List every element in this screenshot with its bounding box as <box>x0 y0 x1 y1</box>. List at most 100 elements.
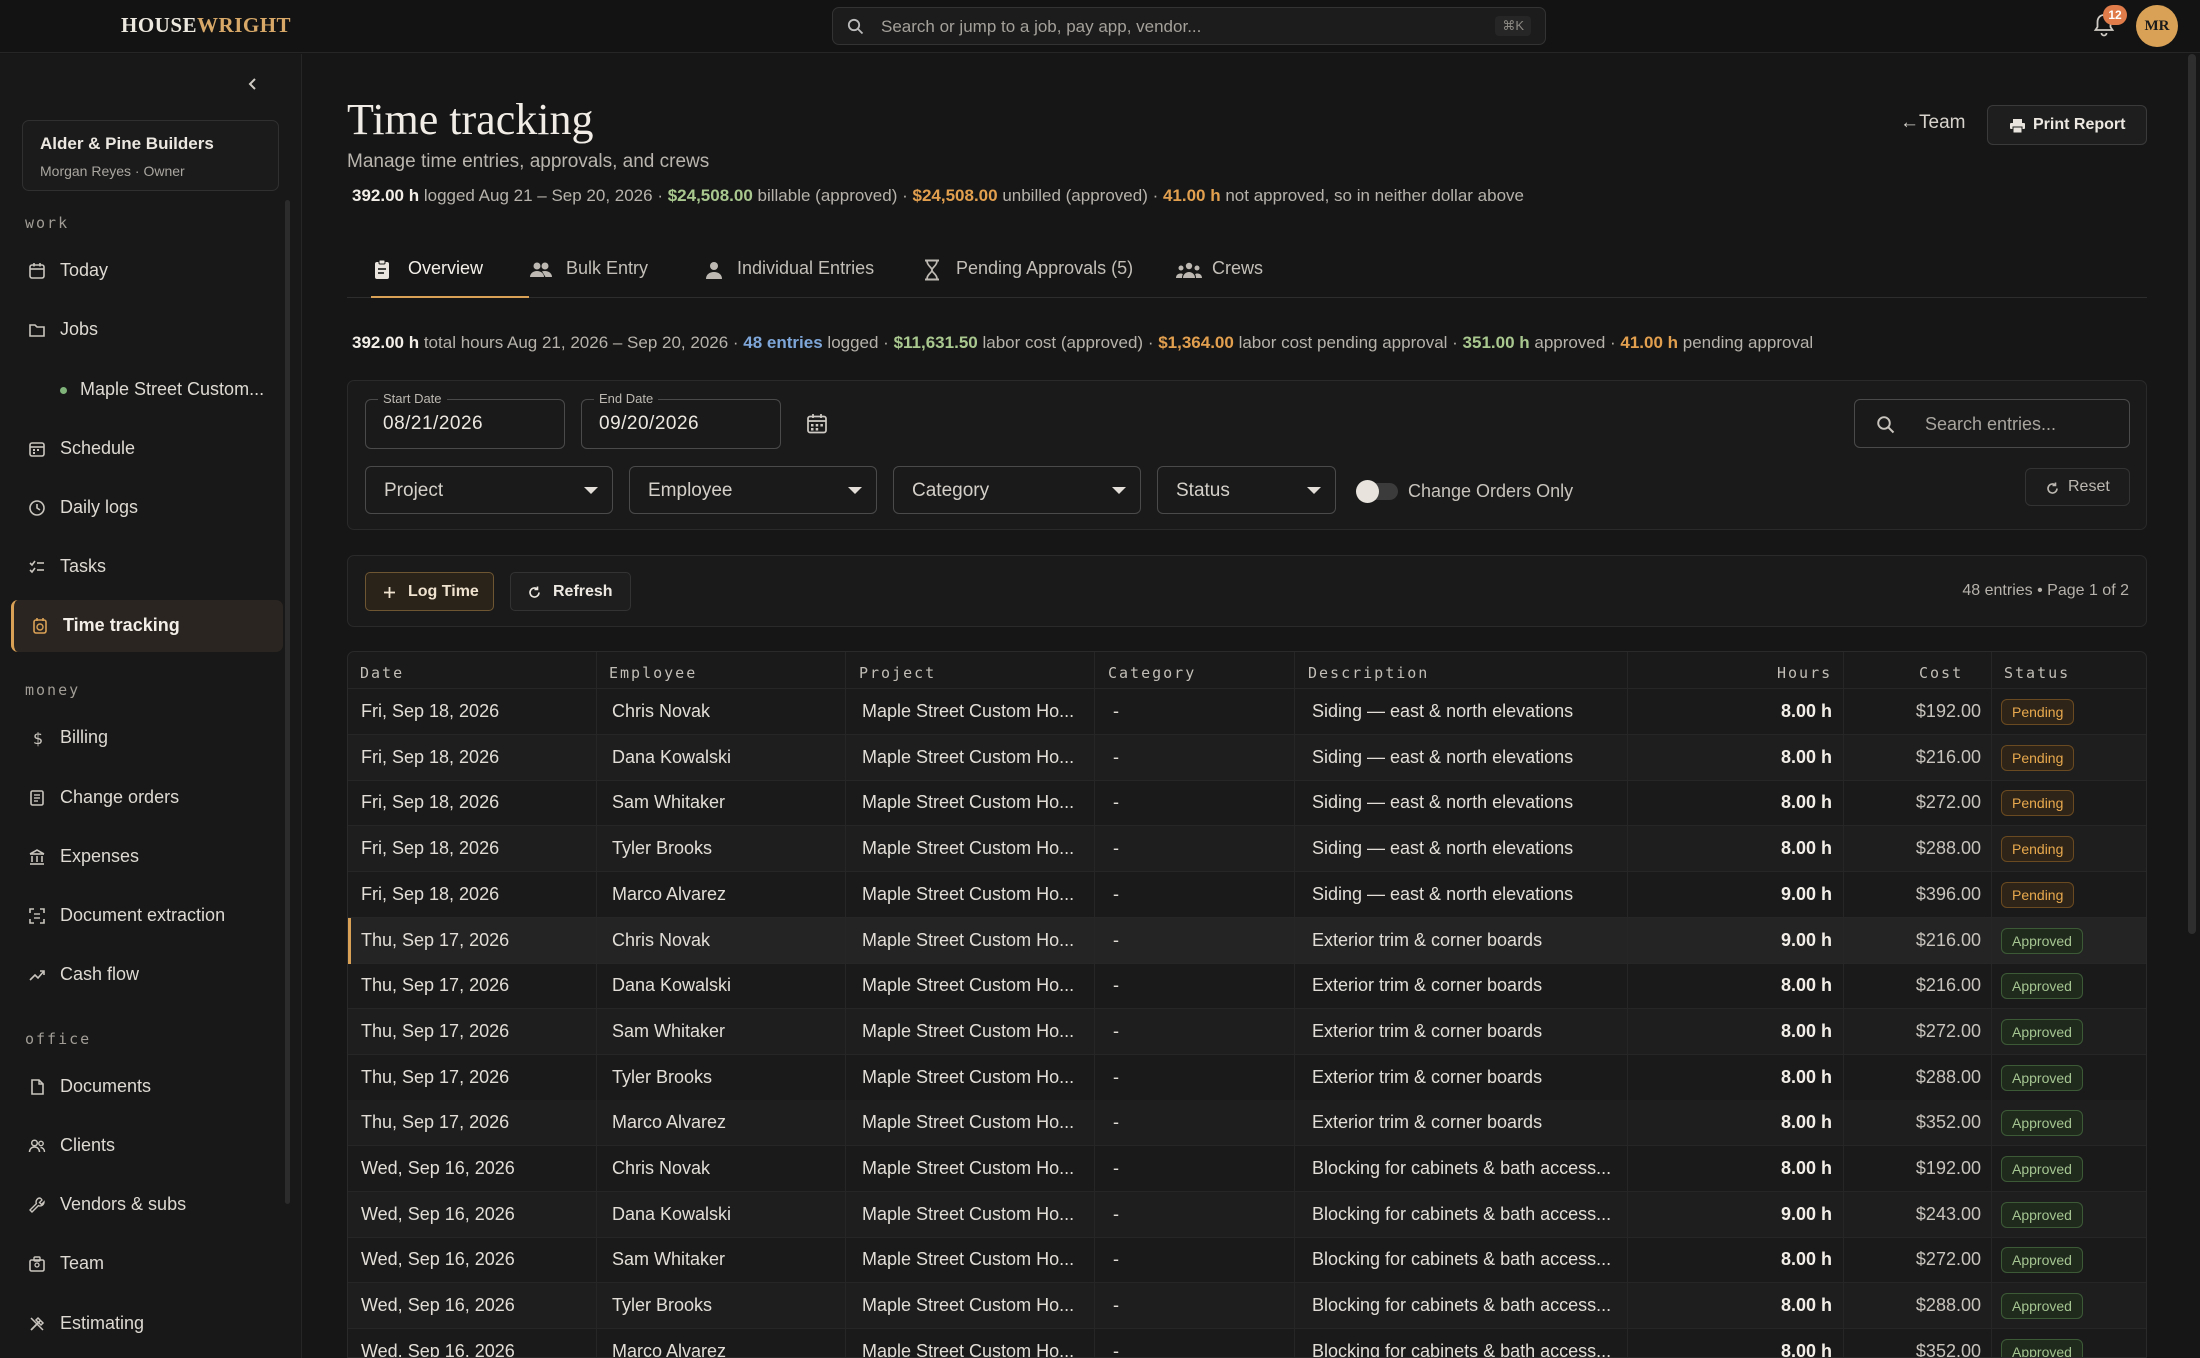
table-row[interactable]: Wed, Sep 16, 2026 Marco Alvarez Maple Stre… <box>348 1329 2146 1358</box>
sidebar-item-billing[interactable]: $ Billing <box>11 712 283 764</box>
not-approved-text: not approved, so in neither dollar above <box>1220 186 1524 205</box>
sidebar-item-label: Clients <box>60 1135 116 1155</box>
sidebar-item-tasks[interactable]: Tasks <box>11 541 283 593</box>
sidebar-item-vendors[interactable]: Vendors & subs <box>11 1179 283 1231</box>
brand-logo[interactable]: HOUSEWRIGHT <box>121 13 291 38</box>
table-row[interactable]: Wed, Sep 16, 2026 Tyler Brooks Maple Stree… <box>348 1283 2146 1330</box>
sidebar-item-clients[interactable]: Clients <box>11 1120 283 1172</box>
column-header-description[interactable]: Description <box>1308 664 1429 682</box>
entries-search-input[interactable]: Search entries... <box>1854 399 2130 448</box>
table-row[interactable]: Wed, Sep 16, 2026 Sam Whitaker Maple Stree… <box>348 1237 2146 1284</box>
cell-category: - <box>1113 975 1119 996</box>
cell-employee: Tyler Brooks <box>612 1295 713 1316</box>
sidebar-item-daily-logs[interactable]: Daily logs <box>11 482 283 534</box>
sidebar-item-schedule[interactable]: Schedule <box>11 423 283 475</box>
table-row[interactable]: Thu, Sep 17, 2026 Chris Novak Maple Street… <box>348 917 2146 964</box>
table-row[interactable]: Fri, Sep 18, 2026 Dana Kowalski Maple Stre… <box>348 734 2146 781</box>
category-select[interactable]: Category <box>893 466 1141 514</box>
table-row[interactable]: Thu, Sep 17, 2026 Sam Whitaker Maple Stree… <box>348 1008 2146 1055</box>
sidebar-item-label: Team <box>60 1253 105 1273</box>
print-report-button[interactable]: Print Report <box>1987 105 2147 145</box>
chevron-left-icon[interactable] <box>243 74 263 94</box>
cell-project: Maple Street Custom Ho... <box>862 1158 1075 1178</box>
end-date-field[interactable]: End Date 09/20/2026 <box>581 391 781 449</box>
tab-bulk-entry[interactable]: Bulk Entry <box>529 245 699 298</box>
column-divider <box>1294 652 1295 1357</box>
column-header-status[interactable]: Status <box>2004 664 2070 682</box>
approved-hours: 351.00 h <box>1462 333 1530 352</box>
employee-select[interactable]: Employee <box>629 466 877 514</box>
column-header-category[interactable]: Category <box>1108 664 1196 682</box>
project-select-label: Project <box>384 480 444 501</box>
cell-hours: 8.00 h <box>1780 1249 1832 1270</box>
sidebar-item-estimating[interactable]: Estimating <box>11 1298 283 1350</box>
caret-down-icon <box>848 487 862 494</box>
cell-category: - <box>1113 1112 1119 1133</box>
cell-employee: Marco Alvarez <box>612 883 727 904</box>
tab-crews[interactable]: Crews <box>1176 245 1286 298</box>
reset-button[interactable]: Reset <box>2025 468 2130 506</box>
pending-hours: 41.00 h <box>1620 333 1679 352</box>
column-divider <box>1094 652 1095 1357</box>
users-icon <box>28 1137 46 1155</box>
org-switcher[interactable]: Alder & Pine Builders Morgan Reyes · Own… <box>22 120 279 191</box>
sidebar-item-time-tracking[interactable]: Time tracking <box>11 600 283 652</box>
project-select[interactable]: Project <box>365 466 613 514</box>
tab-pending-approvals[interactable]: Pending Approvals (5) <box>916 245 1136 298</box>
table-row[interactable]: Thu, Sep 17, 2026 Dana Kowalski Maple Stre… <box>348 963 2146 1010</box>
tab-overview[interactable]: Overview <box>371 245 529 298</box>
table-row[interactable]: Wed, Sep 16, 2026 Dana Kowalski Maple Stre… <box>348 1191 2146 1238</box>
table-row[interactable]: Fri, Sep 18, 2026 Chris Novak Maple Street… <box>348 689 2146 735</box>
sidebar-item-team[interactable]: Team <box>11 1238 283 1290</box>
cell-cost: $352.00 <box>1915 1340 1981 1358</box>
cell-category: - <box>1113 883 1119 904</box>
sidebar-item-jobs[interactable]: Jobs <box>11 304 283 356</box>
table-row[interactable]: Fri, Sep 18, 2026 Sam Whitaker Maple Stree… <box>348 780 2146 827</box>
global-search-input[interactable]: Search or jump to a job, pay app, vendor… <box>832 7 1546 45</box>
cell-date: Wed, Sep 16, 2026 <box>361 1158 515 1178</box>
column-header-project[interactable]: Project <box>859 664 936 682</box>
table-row[interactable]: Wed, Sep 16, 2026 Chris Novak Maple Street… <box>348 1146 2146 1192</box>
entries-count[interactable]: 48 entries <box>743 333 822 352</box>
sidebar-item-documents[interactable]: Documents <box>11 1061 283 1113</box>
sidebar-item-document-extraction[interactable]: Document extraction <box>11 890 283 942</box>
calendar-picker-icon[interactable] <box>806 413 828 435</box>
refresh-button[interactable]: Refresh <box>510 572 631 611</box>
tab-individual-entries[interactable]: Individual Entries <box>699 245 899 298</box>
status-select[interactable]: Status <box>1157 466 1336 514</box>
sidebar-item-job-maple[interactable]: Maple Street Custom... <box>11 364 283 416</box>
cell-hours: 9.00 h <box>1780 929 1832 950</box>
cell-hours: 8.00 h <box>1780 838 1832 859</box>
team-link[interactable]: ←Team <box>1900 112 1965 134</box>
table-row[interactable]: Thu, Sep 17, 2026 Marco Alvarez Maple Stre… <box>348 1100 2146 1147</box>
column-header-date[interactable]: Date <box>360 664 404 682</box>
log-time-button[interactable]: Log Time <box>365 572 494 611</box>
page-scrollbar[interactable] <box>2188 54 2196 934</box>
sidebar-item-change-orders[interactable]: Change orders <box>11 772 283 824</box>
search-shortcut: ⌘K <box>1495 16 1531 36</box>
sidebar-scrollbar[interactable] <box>285 200 290 1204</box>
status-badge: Approved <box>2001 1110 2083 1137</box>
cell-cost: $192.00 <box>1915 701 1981 721</box>
cell-employee: Chris Novak <box>612 929 711 950</box>
column-header-hours[interactable]: Hours <box>1777 664 1832 682</box>
sidebar-item-expenses[interactable]: Expenses <box>11 831 283 883</box>
status-badge: Approved <box>2001 1064 2083 1091</box>
table-row[interactable]: Thu, Sep 17, 2026 Tyler Brooks Maple Stree… <box>348 1055 2146 1101</box>
sidebar-item-today[interactable]: Today <box>11 245 283 297</box>
page-subtitle: Manage time entries, approvals, and crew… <box>347 151 710 172</box>
sidebar-item-cash-flow[interactable]: Cash flow <box>11 949 283 1001</box>
start-date-field[interactable]: Start Date 08/21/2026 <box>365 391 565 449</box>
column-header-cost[interactable]: Cost <box>1919 664 1963 682</box>
table-row[interactable]: Fri, Sep 18, 2026 Tyler Brooks Maple Stree… <box>348 826 2146 873</box>
labor-pending-text: labor cost pending approval · <box>1233 333 1463 352</box>
cell-cost: $216.00 <box>1915 929 1981 950</box>
status-badge: Approved <box>2001 1338 2083 1357</box>
column-header-employee[interactable]: Employee <box>609 664 697 682</box>
status-badge: Approved <box>2001 1018 2083 1045</box>
status-badge: Pending <box>2001 881 2075 908</box>
change-orders-toggle[interactable] <box>1356 480 1398 503</box>
table-row[interactable]: Fri, Sep 18, 2026 Marco Alvarez Maple Stre… <box>348 872 2146 918</box>
avatar[interactable]: MR <box>2136 5 2178 47</box>
calendar-grid-icon <box>28 440 46 458</box>
